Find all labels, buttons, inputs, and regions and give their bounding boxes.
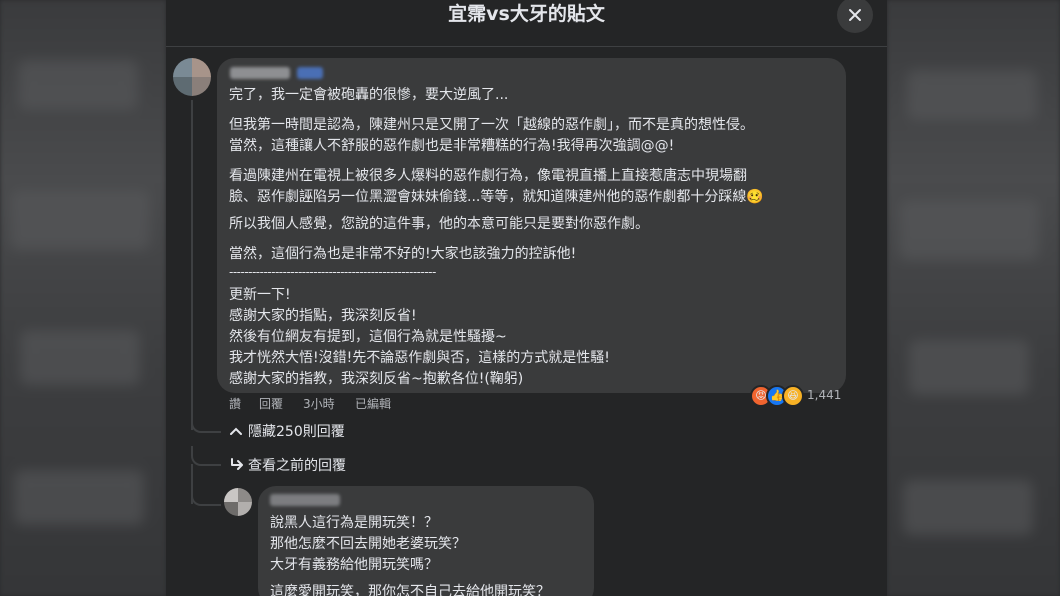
reply-arrow-icon [230,458,248,474]
comment-line: 更新一下! [229,287,291,303]
post-dialog: 宜霈vs大牙的貼文 完了，我一定會被砲轟的很慘，要大逆風了... 但我第一時間是… [166,0,887,596]
thread-connector [191,482,221,506]
dialog-title: 宜霈vs大牙的貼文 [448,3,605,25]
commenter-badge [297,67,323,79]
hide-replies-button[interactable]: 隱藏250則回覆 [230,421,345,441]
commenter-name[interactable] [230,67,290,79]
edited-label: 已編輯 [355,397,392,411]
commenter-name[interactable] [270,494,340,506]
comment-line: 我才恍然大悟!沒錯!先不論惡作劇與否，這樣的方式就是性騷! [229,350,610,366]
chevron-up-icon [230,424,248,440]
background-right [887,0,1060,596]
emoji: 🥴 [746,189,764,205]
background-left [0,0,166,596]
like-link[interactable]: 讚 [229,395,241,412]
comment-line: 感謝大家的指點，我深刻反省! [229,308,417,324]
close-icon [849,9,861,21]
comment-line: 當然，這種讓人不舒服的惡作劇也是非常糟糕的行為!我得再次強調@@! [229,138,675,154]
view-previous-replies-button[interactable]: 查看之前的回覆 [230,455,346,475]
thread-connector [191,412,221,433]
reaction-summary[interactable]: 😡 👍 😆 1,441 [750,385,845,407]
comment-line: 這麼愛開玩笑，那你怎不自己去給他開玩笑？ [270,584,550,596]
comment-line: 感謝大家的指教，我深刻反省~抱歉各位!(鞠躬) [229,371,524,387]
hide-replies-label: 隱藏250則回覆 [248,424,345,440]
comment-line: 完了，我一定會被砲轟的很慘，要大逆風了... [229,87,509,103]
dialog-header: 宜霈vs大牙的貼文 [166,0,887,47]
comment-bubble: 說黑人這行為是開玩笑！？ 那他怎麼不回去開她老婆玩笑？ 大牙有義務給他開玩笑嗎？… [258,486,594,596]
reaction-count: 1,441 [807,388,842,402]
comment-line: 看過陳建州在電視上被很多人爆料的惡作劇行為，像電視直播上直接惹唐志中現場翻 [229,168,747,184]
divider-line: ----------------------------------------… [229,265,436,279]
reply-link[interactable]: 回覆 [259,395,283,412]
comment-line: 當然，這個行為也是非常不好的!大家也該強力的控訴他! [229,246,577,262]
avatar[interactable] [224,488,252,516]
comment-bubble: 完了，我一定會被砲轟的很慘，要大逆風了... 但我第一時間是認為，陳建州只是又開… [217,58,846,393]
comment-line: 但我第一時間是認為，陳建州只是又開了一次「越線的惡作劇」，而不是真的想性侵。 [229,117,754,133]
comment-line: 說黑人這行為是開玩笑！？ [270,515,438,531]
avatar[interactable] [173,58,211,96]
comment-line: 那他怎麼不回去開她老婆玩笑？ [270,536,466,552]
timestamp[interactable]: 3小時 [303,395,335,412]
view-previous-label: 查看之前的回覆 [248,458,346,474]
haha-icon: 😆 [782,385,804,407]
comment-line: 大牙有義務給他開玩笑嗎？ [270,557,438,573]
thread-connector [191,446,221,466]
thread-line [191,100,193,430]
comment-line: 然後有位網友有提到，這個行為就是性騷擾~ [229,329,507,345]
comment-line: 臉、惡作劇誣陷另一位黑澀會妹妹偷錢...等等，就知道陳建州他的惡作劇都十分踩線🥴 [229,189,764,205]
close-button[interactable] [837,0,873,33]
comment-line: 所以我個人感覺，您說的這件事，他的本意可能只是要對你惡作劇。 [229,216,649,232]
